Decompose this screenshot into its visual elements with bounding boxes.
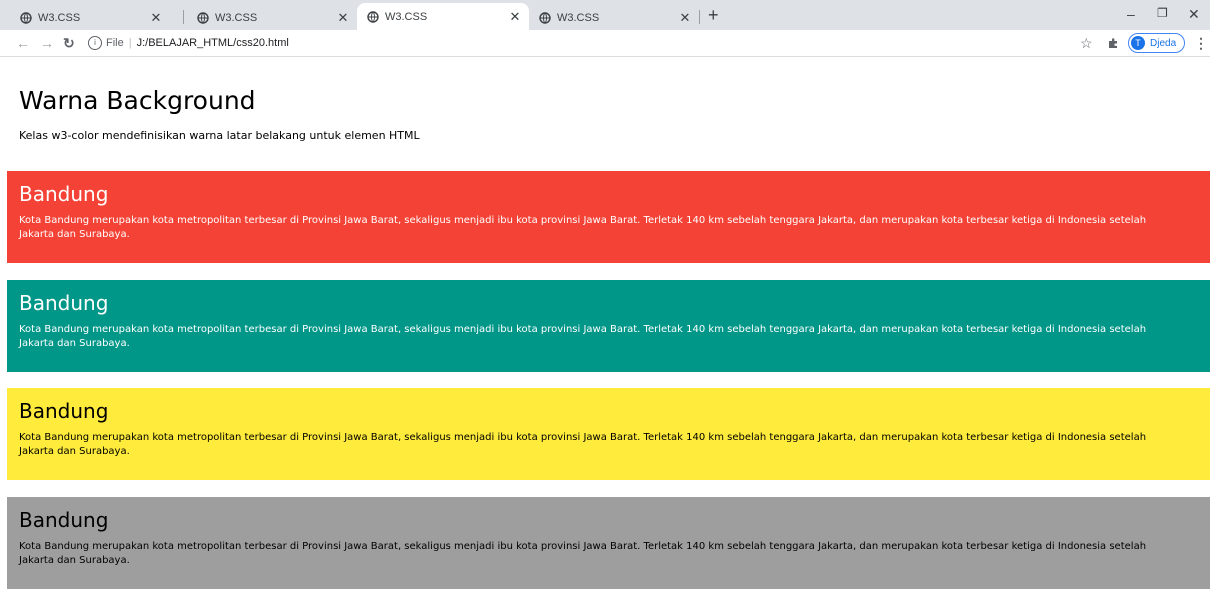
avatar: T — [1131, 36, 1145, 50]
bookmark-star-icon[interactable]: ☆ — [1080, 35, 1093, 51]
panel-text: Kota Bandung merupakan kota metropolitan… — [19, 541, 1147, 566]
globe-icon — [367, 10, 379, 23]
panel-grey: Bandung Kota Bandung merupakan kota metr… — [7, 497, 1210, 589]
panel-text: Kota Bandung merupakan kota metropolitan… — [19, 432, 1147, 457]
minimize-icon[interactable]: – — [1127, 6, 1135, 22]
panel-text: Kota Bandung merupakan kota metropolitan… — [19, 215, 1147, 240]
panel-red: Bandung Kota Bandung merupakan kota metr… — [7, 171, 1210, 263]
panel-heading: Bandung — [19, 508, 109, 532]
close-tab-icon[interactable]: ✕ — [507, 9, 523, 25]
panel-heading: Bandung — [19, 291, 109, 315]
page-title: Warna Background — [19, 86, 256, 115]
panel-heading: Bandung — [19, 399, 109, 423]
close-window-icon[interactable]: ✕ — [1188, 6, 1200, 23]
back-icon[interactable]: ← — [16, 35, 30, 51]
browser-toolbar: ← → ↻ i File | J:/BELAJAR_HTML/css20.htm… — [0, 30, 1210, 57]
reload-icon[interactable]: ↻ — [63, 35, 75, 51]
intro-text: Kelas w3-color mendefinisikan warna lata… — [19, 129, 420, 142]
browser-tab-active[interactable]: W3.CSS ✕ — [357, 3, 529, 30]
forward-icon[interactable]: → — [40, 35, 54, 51]
close-tab-icon[interactable]: ✕ — [148, 10, 164, 26]
close-tab-icon[interactable]: ✕ — [335, 10, 351, 26]
new-tab-button[interactable]: + — [708, 6, 719, 24]
address-divider: | — [128, 37, 132, 49]
browser-tab[interactable]: W3.CSS ✕ — [10, 6, 170, 30]
panel-teal: Bandung Kota Bandung merupakan kota metr… — [7, 280, 1210, 372]
close-tab-icon[interactable]: ✕ — [677, 10, 693, 26]
globe-icon — [539, 12, 551, 24]
menu-kebab-icon[interactable]: ⋮ — [1194, 35, 1208, 51]
browser-tab[interactable]: W3.CSS ✕ — [187, 6, 357, 30]
tab-divider — [699, 10, 700, 24]
info-icon[interactable]: i — [88, 36, 102, 50]
extensions-icon[interactable] — [1107, 37, 1119, 49]
panel-heading: Bandung — [19, 182, 109, 206]
restore-icon[interactable]: ❐ — [1157, 6, 1168, 20]
profile-button[interactable]: T Djeda — [1128, 33, 1186, 53]
tab-title: W3.CSS — [557, 12, 600, 24]
address-bar[interactable]: i File | J:/BELAJAR_HTML/css20.html — [82, 33, 1097, 53]
profile-name: Djeda — [1150, 37, 1177, 49]
globe-icon — [20, 12, 32, 24]
file-label: File — [106, 37, 124, 49]
globe-icon — [197, 12, 209, 24]
tab-title: W3.CSS — [215, 12, 258, 24]
panel-yellow: Bandung Kota Bandung merupakan kota metr… — [7, 388, 1210, 480]
browser-tab[interactable]: W3.CSS ✕ — [529, 6, 699, 30]
browser-tab-strip: W3.CSS ✕ W3.CSS ✕ W3.CSS ✕ W3.CSS ✕ + – … — [0, 0, 1210, 30]
tab-title: W3.CSS — [38, 12, 81, 24]
tab-divider — [183, 10, 184, 24]
url-text[interactable]: J:/BELAJAR_HTML/css20.html — [137, 37, 289, 49]
panel-text: Kota Bandung merupakan kota metropolitan… — [19, 324, 1147, 349]
tab-title: W3.CSS — [385, 10, 428, 23]
